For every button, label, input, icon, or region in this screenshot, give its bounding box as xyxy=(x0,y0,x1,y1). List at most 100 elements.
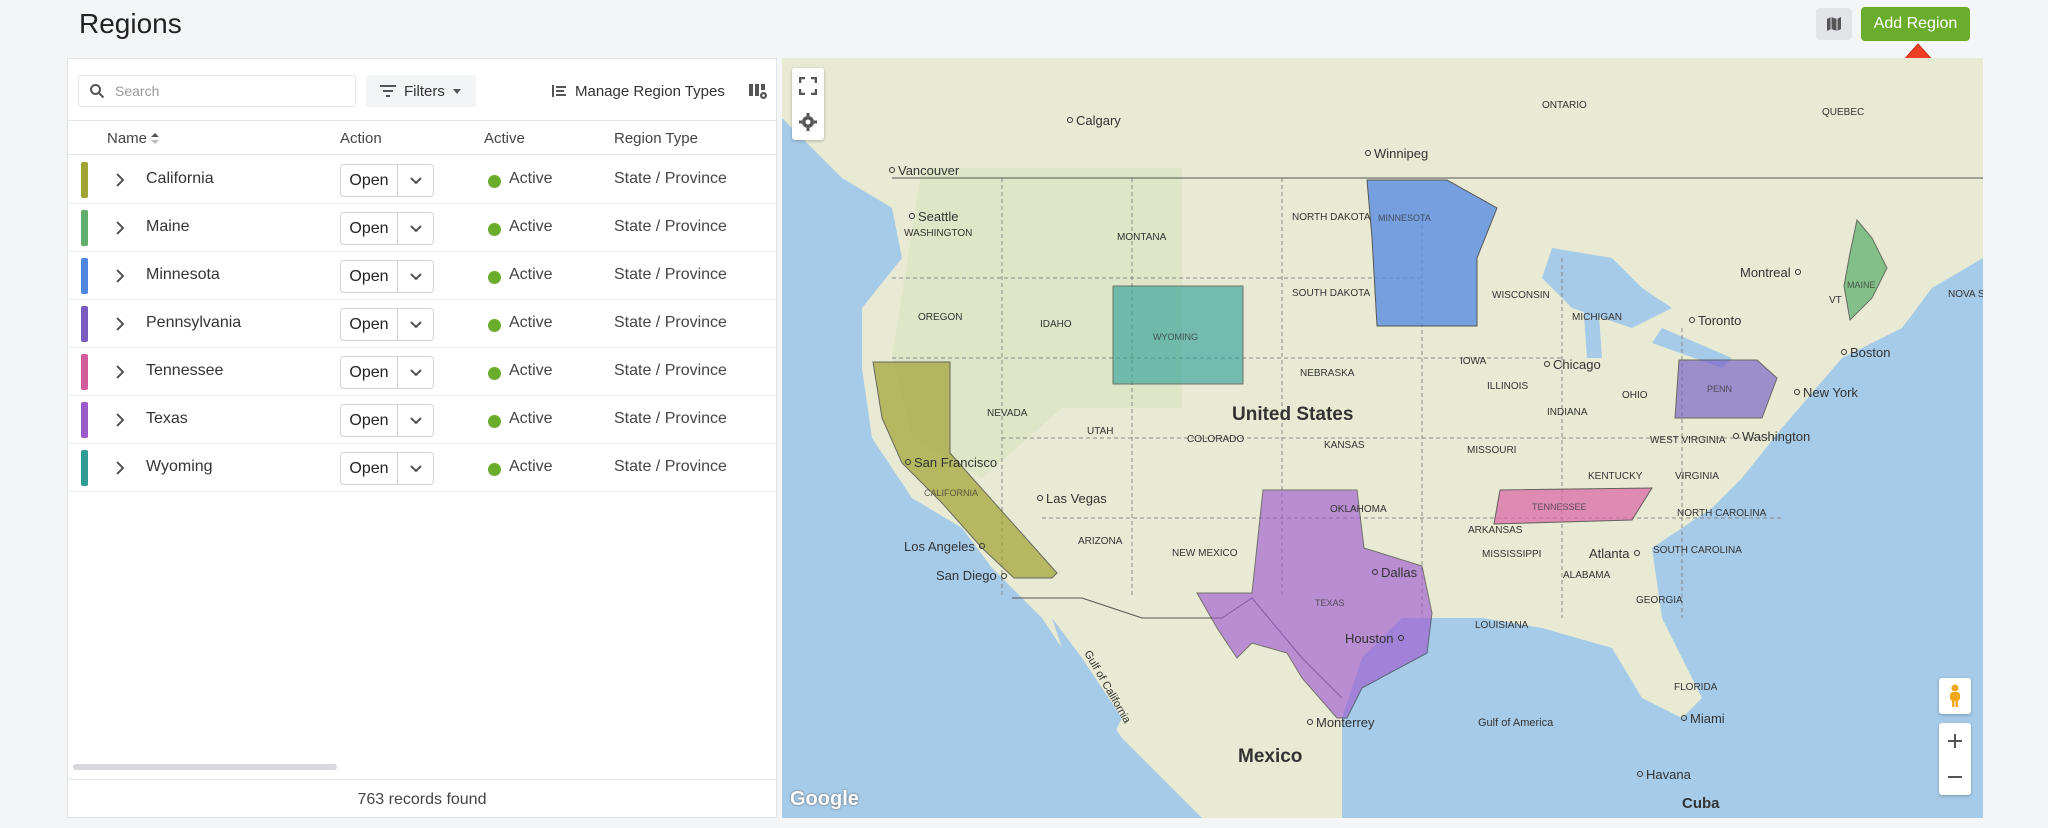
chevron-right-icon[interactable] xyxy=(110,410,130,430)
open-dropdown-button[interactable] xyxy=(398,261,433,292)
status-text: Active xyxy=(509,458,553,475)
open-dropdown-button[interactable] xyxy=(398,213,433,244)
add-region-button[interactable]: Add Region xyxy=(1861,7,1970,41)
street-view-pegman[interactable] xyxy=(1939,678,1971,714)
fullscreen-icon[interactable] xyxy=(799,77,817,95)
chevron-down-icon xyxy=(409,176,422,184)
state-label: VIRGINIA xyxy=(1675,471,1719,482)
region-name[interactable]: Wyoming xyxy=(146,458,213,476)
open-dropdown-button[interactable] xyxy=(398,357,433,388)
open-action-group: Open xyxy=(340,260,434,293)
region-label-maine: MAINE xyxy=(1847,280,1876,290)
manage-region-types-button[interactable]: Manage Region Types xyxy=(551,75,725,107)
table-header: Name Action Active Region Type xyxy=(68,121,776,155)
city-label: Seattle xyxy=(918,209,958,224)
region-name[interactable]: Tennessee xyxy=(146,362,223,380)
zoom-in-icon[interactable] xyxy=(1948,734,1962,748)
open-dropdown-button[interactable] xyxy=(398,165,433,196)
open-button[interactable]: Open xyxy=(341,405,398,436)
region-type: State / Province xyxy=(614,410,727,427)
chevron-right-icon[interactable] xyxy=(110,314,130,334)
region-label-penn: PENN xyxy=(1707,384,1732,394)
open-button[interactable]: Open xyxy=(341,357,398,388)
region-color-swatch xyxy=(81,306,88,342)
chevron-right-icon[interactable] xyxy=(110,218,130,238)
region-type: State / Province xyxy=(614,170,727,187)
table-row[interactable]: Tennessee Open Active State / Province xyxy=(68,348,776,396)
zoom-out-icon[interactable] xyxy=(1948,770,1962,784)
state-label: MONTANA xyxy=(1117,232,1167,243)
map-canvas[interactable]: MINNESOTA WYOMING MAINE PENN CALIFORNIA … xyxy=(782,58,1983,818)
open-action-group: Open xyxy=(340,356,434,389)
open-dropdown-button[interactable] xyxy=(398,453,433,484)
country-label-mexico: Mexico xyxy=(1238,746,1302,767)
list-toolbar: Filters Manage Region Types xyxy=(68,59,776,121)
open-button[interactable]: Open xyxy=(341,165,398,196)
region-label-california: CALIFORNIA xyxy=(924,488,978,498)
state-label: WISCONSIN xyxy=(1492,290,1550,301)
table-row[interactable]: Pennsylvania Open Active State / Provinc… xyxy=(68,300,776,348)
open-button[interactable]: Open xyxy=(341,453,398,484)
column-settings-icon[interactable] xyxy=(748,81,768,101)
region-color-swatch xyxy=(81,162,88,198)
city-label: Havana xyxy=(1646,767,1692,782)
state-label: NORTH DAKOTA xyxy=(1292,212,1371,223)
open-dropdown-button[interactable] xyxy=(398,405,433,436)
table-row[interactable]: California Open Active State / Province xyxy=(68,156,776,204)
state-label: ILLINOIS xyxy=(1487,381,1528,392)
search-input[interactable] xyxy=(115,83,335,99)
gear-icon[interactable] xyxy=(799,113,817,131)
table-row[interactable]: Minnesota Open Active State / Province xyxy=(68,252,776,300)
region-name[interactable]: Maine xyxy=(146,218,190,236)
state-label: SOUTH CAROLINA xyxy=(1653,545,1742,556)
region-type: State / Province xyxy=(614,314,727,331)
region-map[interactable]: MINNESOTA WYOMING MAINE PENN CALIFORNIA … xyxy=(782,58,1983,818)
open-button[interactable]: Open xyxy=(341,309,398,340)
caret-down-icon xyxy=(452,88,461,94)
state-label: OHIO xyxy=(1622,390,1648,401)
region-type: State / Province xyxy=(614,266,727,283)
chevron-right-icon[interactable] xyxy=(110,458,130,478)
chevron-right-icon[interactable] xyxy=(110,266,130,286)
region-name[interactable]: California xyxy=(146,170,214,188)
filters-button[interactable]: Filters xyxy=(366,75,476,107)
table-row[interactable]: Texas Open Active State / Province xyxy=(68,396,776,444)
status-text: Active xyxy=(509,266,553,283)
state-label: KENTUCKY xyxy=(1588,471,1643,482)
region-label-texas: TEXAS xyxy=(1315,598,1345,608)
search-box[interactable] xyxy=(78,75,356,107)
status-dot xyxy=(488,223,501,236)
region-name[interactable]: Minnesota xyxy=(146,266,220,284)
chevron-right-icon[interactable] xyxy=(110,362,130,382)
state-label: NOVA S xyxy=(1948,289,1983,300)
horizontal-scrollbar[interactable] xyxy=(73,764,337,770)
region-name[interactable]: Texas xyxy=(146,410,188,428)
city-label: Las Vegas xyxy=(1046,491,1107,506)
table-row[interactable]: Maine Open Active State / Province xyxy=(68,204,776,252)
google-logo: Google xyxy=(790,788,859,810)
open-dropdown-button[interactable] xyxy=(398,309,433,340)
column-header-name[interactable]: Name xyxy=(107,130,160,147)
city-label: Montreal xyxy=(1740,265,1791,280)
state-label: FLORIDA xyxy=(1674,682,1718,693)
state-label: OKLAHOMA xyxy=(1330,504,1387,515)
table-row[interactable]: Wyoming Open Active State / Province xyxy=(68,444,776,492)
region-color-swatch xyxy=(81,450,88,486)
map-toggle-button[interactable] xyxy=(1816,8,1852,40)
city-label: San Diego xyxy=(936,568,997,583)
open-button[interactable]: Open xyxy=(341,261,398,292)
region-label-tennessee: TENNESSEE xyxy=(1532,502,1587,512)
chevron-right-icon[interactable] xyxy=(110,170,130,190)
region-type: State / Province xyxy=(614,362,727,379)
region-name[interactable]: Pennsylvania xyxy=(146,314,241,332)
column-header-action[interactable]: Action xyxy=(340,130,382,147)
state-label: ARKANSAS xyxy=(1468,525,1523,536)
manage-region-types-label: Manage Region Types xyxy=(575,82,725,100)
open-button[interactable]: Open xyxy=(341,213,398,244)
column-header-region-type[interactable]: Region Type xyxy=(614,130,698,147)
city-label: Vancouver xyxy=(898,163,960,178)
state-label: NORTH CAROLINA xyxy=(1677,508,1767,519)
state-label: SOUTH DAKOTA xyxy=(1292,288,1370,299)
column-header-active[interactable]: Active xyxy=(484,130,525,147)
records-count: 763 records found xyxy=(68,779,776,819)
